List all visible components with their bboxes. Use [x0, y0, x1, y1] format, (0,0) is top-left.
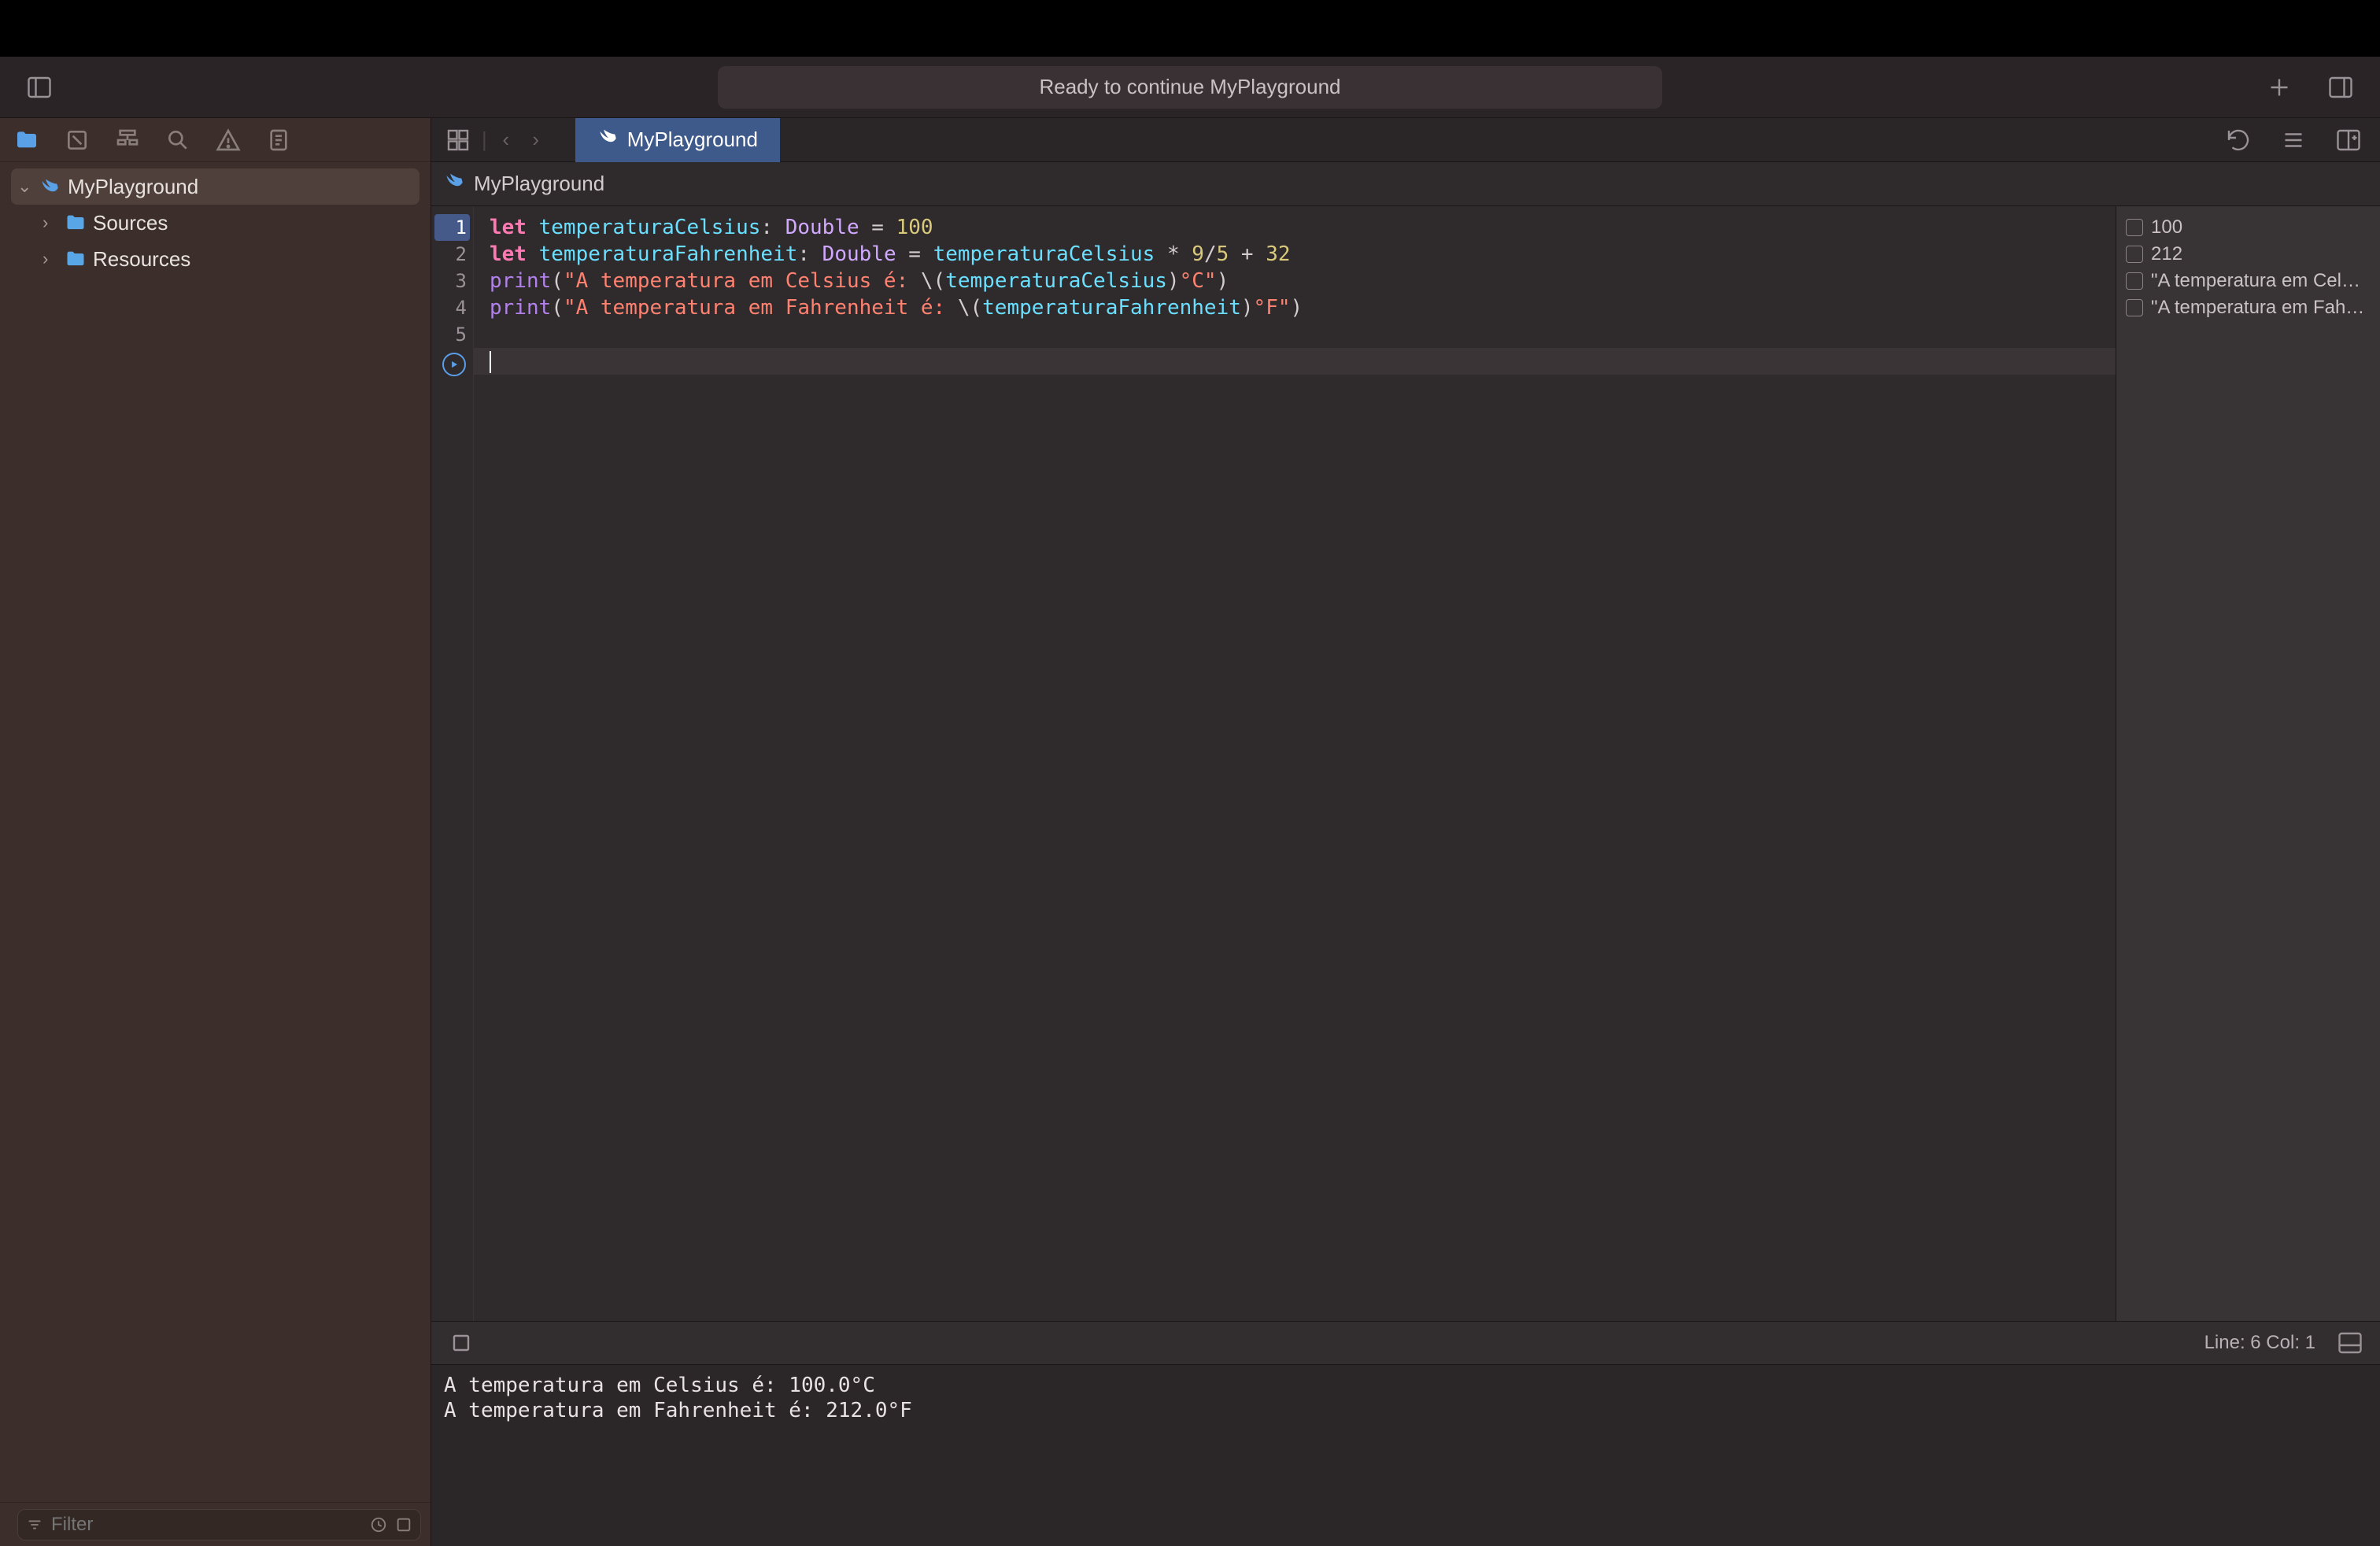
editor-options-icon[interactable]: [2278, 126, 2309, 154]
project-tree: ⌄ MyPlayground › Sources ›: [0, 162, 431, 1502]
line-number: 2: [431, 241, 473, 268]
rerun-icon[interactable]: [2223, 126, 2254, 154]
tabbar-divider: |: [482, 128, 487, 152]
window-titlebar: Ready to continue MyPlayground: [0, 57, 2380, 118]
swift-file-icon: [39, 176, 61, 198]
line-number: 1: [434, 214, 470, 241]
build-status-text: Ready to continue MyPlayground: [1039, 75, 1340, 99]
debug-bar: Line: 6 Col: 1: [431, 1321, 2380, 1365]
quicklook-icon[interactable]: [2126, 219, 2143, 236]
folder-icon: [65, 212, 87, 234]
console-output[interactable]: A temperatura em Celsius é: 100.0°C A te…: [431, 1365, 2380, 1546]
breadcrumb-label: MyPlayground: [474, 172, 604, 196]
symbol-navigator-icon[interactable]: [112, 124, 143, 156]
report-navigator-icon[interactable]: [263, 124, 294, 156]
chevron-right-icon[interactable]: ›: [42, 213, 58, 233]
toggle-left-sidebar-icon[interactable]: [24, 73, 55, 102]
toggle-right-sidebar-icon[interactable]: [2325, 73, 2356, 102]
chevron-right-icon[interactable]: ›: [42, 249, 58, 269]
run-line-icon[interactable]: [442, 353, 466, 376]
line-number: 4: [431, 294, 473, 321]
source-control-navigator-icon[interactable]: [61, 124, 93, 156]
build-status: Ready to continue MyPlayground: [718, 66, 1662, 109]
tree-item-label: Sources: [93, 211, 168, 235]
navigator-toolbar: [0, 118, 431, 162]
tab-myplayground[interactable]: MyPlayground: [575, 118, 780, 162]
stop-icon[interactable]: [445, 1329, 477, 1357]
filter-input[interactable]: [51, 1514, 362, 1536]
tab-label: MyPlayground: [627, 128, 758, 152]
quicklook-icon[interactable]: [2126, 299, 2143, 316]
add-editor-icon[interactable]: [2333, 126, 2364, 154]
macos-menubar-black: [0, 0, 2380, 57]
swift-file-icon: [444, 170, 466, 198]
add-tab-icon[interactable]: [2264, 73, 2295, 102]
result-row[interactable]: "A temperatura em Fah…: [2126, 294, 2371, 321]
project-navigator-icon[interactable]: [11, 124, 42, 156]
chevron-down-icon[interactable]: ⌄: [17, 176, 33, 197]
line-number: 5: [431, 321, 473, 348]
result-row[interactable]: 212: [2126, 241, 2371, 268]
filter-field[interactable]: [17, 1509, 421, 1540]
line-gutter: 1 2 3 4 5: [431, 206, 474, 1321]
quicklook-icon[interactable]: [2126, 272, 2143, 290]
jump-bar[interactable]: MyPlayground: [431, 162, 2380, 206]
code-text[interactable]: let temperaturaCelsius: Double = 100 let…: [474, 206, 2116, 1321]
quicklook-icon[interactable]: [2126, 246, 2143, 263]
editor-area: | ‹ › MyPlayground: [431, 118, 2380, 1546]
nav-back-icon[interactable]: ‹: [495, 128, 517, 152]
find-navigator-icon[interactable]: [162, 124, 194, 156]
tree-root-label: MyPlayground: [68, 175, 198, 199]
swift-file-icon: [597, 126, 619, 153]
tree-item-sources[interactable]: › Sources: [11, 205, 419, 241]
recent-icon[interactable]: [370, 1516, 387, 1533]
results-sidebar: 100 212 "A temperatura em Cel… "A temper…: [2116, 206, 2380, 1321]
result-row[interactable]: "A temperatura em Cel…: [2126, 268, 2371, 294]
tree-root-myplayground[interactable]: ⌄ MyPlayground: [11, 168, 419, 205]
issue-navigator-icon[interactable]: [213, 124, 244, 156]
navigator-sidebar: ⌄ MyPlayground › Sources ›: [0, 118, 431, 1546]
navigator-footer: [0, 1502, 431, 1546]
tab-bar: | ‹ › MyPlayground: [431, 118, 2380, 162]
text-cursor: [490, 351, 491, 373]
toggle-console-icon[interactable]: [2334, 1329, 2366, 1357]
folder-icon: [65, 248, 87, 270]
scm-filter-icon[interactable]: [395, 1516, 412, 1533]
cursor-position: Line: 6 Col: 1: [2204, 1332, 2315, 1354]
nav-forward-icon[interactable]: ›: [525, 128, 547, 152]
tree-item-resources[interactable]: › Resources: [11, 241, 419, 277]
code-editor[interactable]: 1 2 3 4 5 let temperaturaCelsius: Double…: [431, 206, 2116, 1321]
line-number: 3: [431, 268, 473, 294]
related-items-icon[interactable]: [442, 126, 474, 154]
result-row[interactable]: 100: [2126, 214, 2371, 241]
tree-item-label: Resources: [93, 247, 190, 272]
